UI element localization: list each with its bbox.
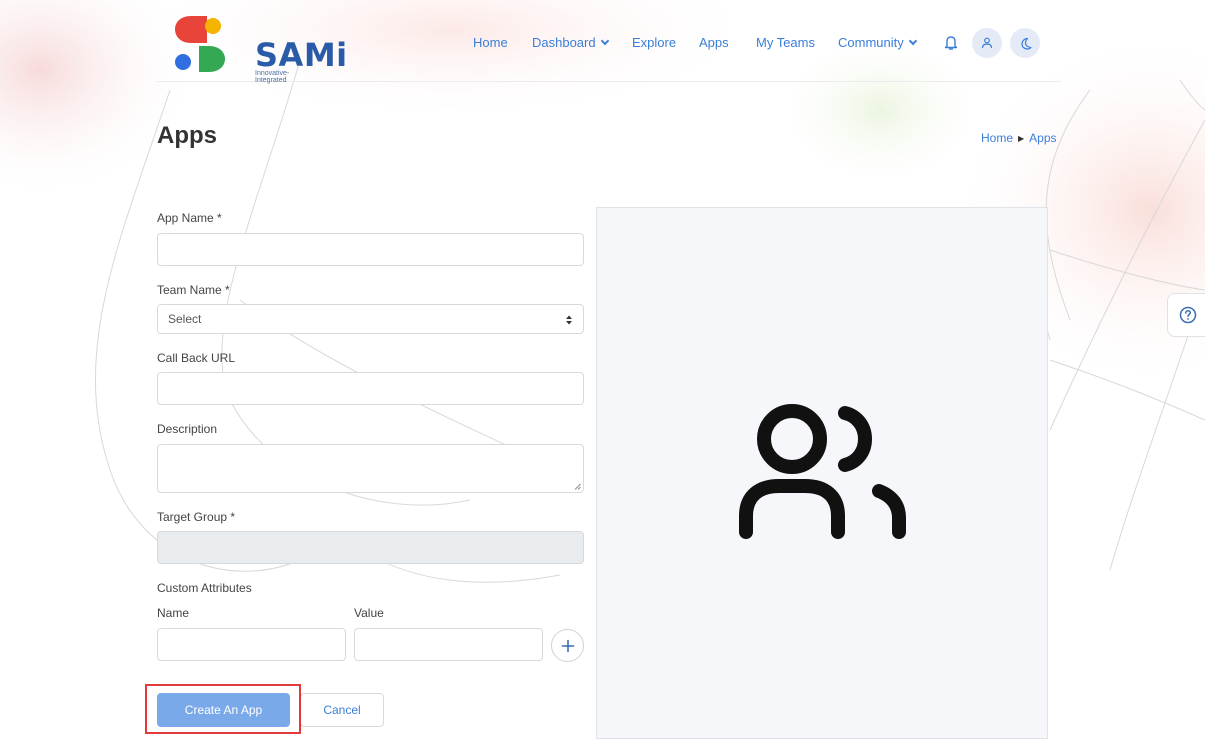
callback-url-input[interactable]: [157, 372, 584, 405]
team-name-label: Team Name *: [157, 283, 230, 297]
main-nav: Home Dashboard Explore Apps My Teams Com…: [157, 33, 1061, 53]
moon-icon: [1020, 37, 1032, 50]
nav-dashboard[interactable]: Dashboard: [532, 33, 609, 53]
chevron-down-icon: [600, 36, 609, 46]
nav-community-label: Community: [838, 35, 904, 50]
create-app-button[interactable]: Create An App: [157, 693, 290, 727]
add-attribute-button[interactable]: [551, 629, 584, 662]
breadcrumb-current: Apps: [1029, 131, 1057, 145]
plus-icon: [561, 639, 574, 652]
user-icon: [981, 37, 993, 49]
target-group-label-text: Target Group: [157, 510, 228, 524]
description-label: Description: [157, 422, 218, 436]
users-icon: [739, 404, 906, 539]
bell-icon: [944, 36, 958, 50]
page-title: Apps: [157, 122, 217, 149]
nav-apps[interactable]: Apps: [699, 33, 729, 53]
callback-url-label: Call Back URL: [157, 351, 236, 365]
breadcrumb-home[interactable]: Home: [981, 131, 1013, 145]
target-group-input: [157, 531, 584, 564]
nav-explore[interactable]: Explore: [632, 33, 676, 53]
app-name-input[interactable]: [157, 233, 584, 266]
attribute-name-input[interactable]: [157, 628, 346, 661]
resize-handle-icon[interactable]: [574, 483, 581, 490]
team-name-label-text: Team Name: [157, 283, 222, 297]
chevron-down-icon: [908, 36, 917, 46]
team-name-selected: Select: [168, 312, 202, 326]
attribute-value-input[interactable]: [354, 628, 543, 661]
nav-home[interactable]: Home: [473, 33, 508, 53]
breadcrumb: Home ▶ Apps: [981, 131, 1057, 145]
caret-right-icon: ▶: [1018, 134, 1025, 143]
app-preview-panel: [596, 207, 1048, 739]
required-mark: *: [230, 510, 236, 524]
sort-caret-icon: [566, 315, 572, 325]
nav-dashboard-label: Dashboard: [532, 35, 596, 50]
app-name-label: App Name *: [157, 211, 222, 225]
team-name-select[interactable]: Select: [157, 304, 584, 334]
description-textarea[interactable]: [157, 444, 584, 493]
custom-attributes-label: Custom Attributes: [157, 581, 252, 595]
profile-button[interactable]: [972, 28, 1002, 58]
nav-community[interactable]: Community: [838, 33, 917, 53]
brand-tagline: Innovative-Integrated: [255, 70, 290, 84]
attribute-value-label: Value: [354, 606, 384, 620]
header: SAMi Innovative-Integrated Home Dashboar…: [157, 0, 1061, 84]
nav-my-teams[interactable]: My Teams: [756, 33, 815, 53]
question-circle-icon: [1179, 306, 1196, 324]
required-mark: *: [225, 283, 230, 297]
target-group-label: Target Group *: [157, 510, 235, 524]
help-button[interactable]: [1167, 293, 1205, 337]
required-mark: *: [217, 211, 222, 225]
attribute-name-label: Name: [157, 606, 190, 620]
app-name-label-text: App Name: [157, 211, 214, 225]
cancel-button[interactable]: Cancel: [300, 693, 384, 727]
notifications-button[interactable]: [936, 28, 966, 58]
theme-toggle-button[interactable]: [1010, 28, 1040, 58]
